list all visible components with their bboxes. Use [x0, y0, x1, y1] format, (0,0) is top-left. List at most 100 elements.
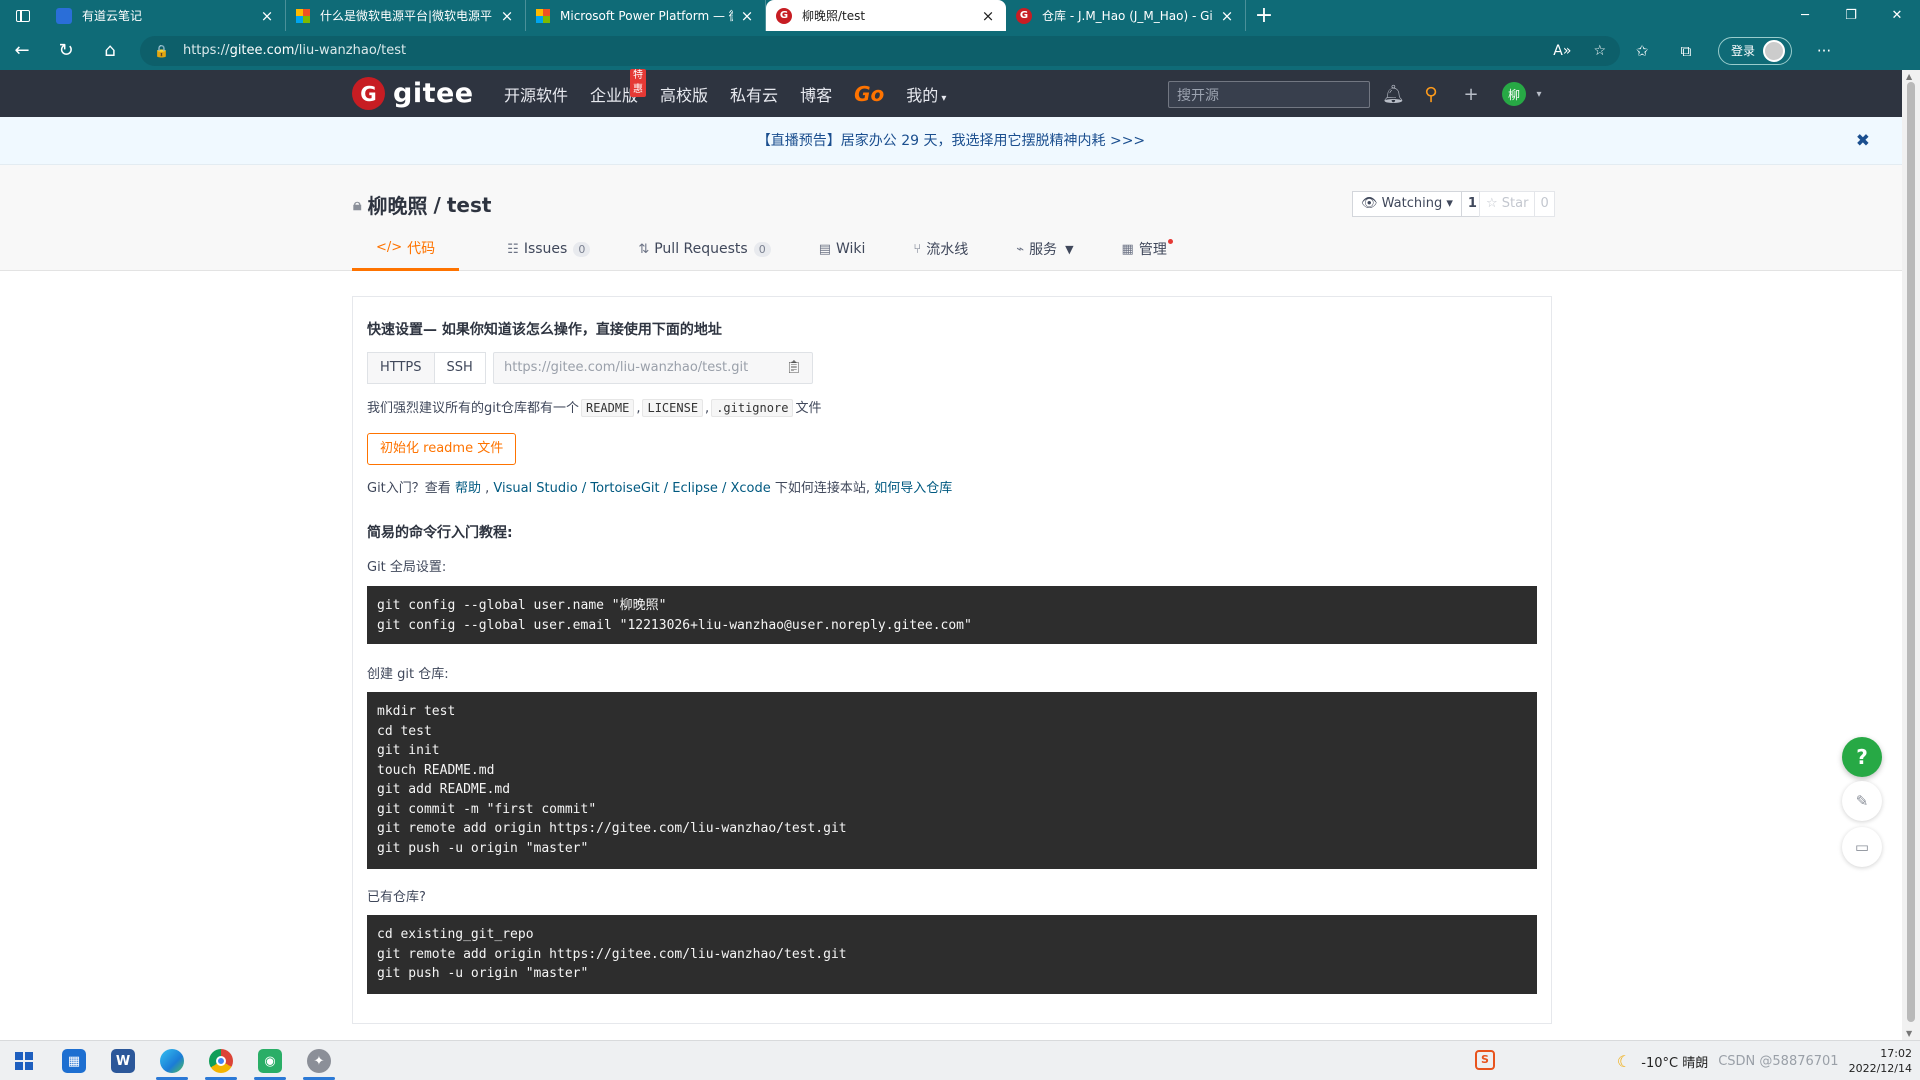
- menu-blog[interactable]: 博客: [800, 82, 832, 106]
- promo-badge: 特惠: [630, 68, 647, 97]
- import-repo-link[interactable]: 如何导入仓库: [874, 481, 952, 496]
- ssh-button[interactable]: SSH: [434, 352, 486, 384]
- user-avatar[interactable]: 柳: [1502, 82, 1526, 106]
- address-bar[interactable]: 🔒 https://gitee.com/liu-wanzhao/test A» …: [140, 35, 1620, 66]
- tab-actions-icon[interactable]: [0, 0, 46, 31]
- minimize-icon[interactable]: ─: [1782, 0, 1828, 31]
- scroll-down-icon[interactable]: ▼: [1906, 1029, 1912, 1038]
- tutorial-heading: 简易的命令行入门教程:: [367, 525, 513, 541]
- menu-go[interactable]: Go: [854, 82, 884, 106]
- browser-tab[interactable]: G 仓库 - J.M_Hao (J_M_Hao) - Gitee ×: [1006, 0, 1246, 31]
- tab-issues[interactable]: ☷ Issues 0: [507, 227, 591, 271]
- chat-icon[interactable]: ▭: [1842, 827, 1882, 867]
- vertical-scrollbar[interactable]: ▲ ▼: [1902, 70, 1920, 1040]
- notification-dot: [1167, 239, 1173, 244]
- help-prefix: Git入门？查看: [367, 481, 451, 496]
- watch-button[interactable]: 👁︎ Watching ▾: [1352, 191, 1462, 217]
- lock-icon[interactable]: 🔒: [154, 44, 169, 58]
- tab-title: 什么是微软电源平台|微软电源平: [320, 9, 493, 23]
- taskbar-store[interactable]: ▦: [50, 1041, 98, 1080]
- help-fab-button[interactable]: ?: [1842, 737, 1882, 777]
- add-favorite-icon[interactable]: ☆: [1593, 43, 1606, 59]
- global-config-code[interactable]: git config --global user.name "柳晚照" git …: [367, 586, 1537, 644]
- profile-login-button[interactable]: 登录: [1718, 36, 1793, 65]
- browser-tab-active[interactable]: G 柳晚照/test ×: [766, 0, 1006, 31]
- taskbar-app[interactable]: ✦: [295, 1041, 343, 1080]
- repo-name-link[interactable]: test: [447, 193, 492, 217]
- browser-tab[interactable]: Microsoft Power Platform — 微软 ×: [526, 0, 766, 31]
- wiki-icon: ▤: [818, 241, 831, 257]
- init-readme-button[interactable]: 初始化 readme 文件: [367, 433, 517, 465]
- restore-icon[interactable]: ❐: [1828, 0, 1874, 31]
- system-tray: ☾ -10°C 晴朗 CSDN @58876701 17:02 2022/12/…: [1617, 1041, 1912, 1080]
- url-path: /liu-wanzhao/test: [294, 43, 407, 58]
- browser-tab[interactable]: 有道云笔记 ×: [46, 0, 286, 31]
- help-link[interactable]: 帮助: [455, 481, 481, 496]
- taskbar-edge[interactable]: [148, 1041, 196, 1080]
- menu-private-cloud[interactable]: 私有云: [730, 82, 778, 106]
- tools-link[interactable]: Visual Studio / TortoiseGit / Eclipse / …: [493, 481, 770, 496]
- avatar: [1763, 39, 1786, 62]
- tab-manage[interactable]: ▦ 管理: [1122, 227, 1173, 271]
- menu-mine[interactable]: 我的 ▾: [906, 82, 946, 106]
- tab-service[interactable]: ⌁ 服务 ▼: [1016, 227, 1073, 271]
- gitee-header: G gitee 开源软件 企业版 特惠 高校版 私有云 博客 Go 我的 ▾ 搜开…: [0, 68, 1902, 117]
- star-button[interactable]: ☆ Star: [1479, 191, 1536, 217]
- favorites-icon[interactable]: ✩: [1620, 42, 1664, 60]
- tab-label: Wiki: [836, 241, 866, 257]
- bell-icon[interactable]: 🔔︎: [1382, 84, 1405, 105]
- close-window-icon[interactable]: ✕: [1874, 0, 1920, 31]
- feedback-edit-icon[interactable]: ✎: [1842, 781, 1882, 821]
- weather-text[interactable]: -10°C 晴朗: [1641, 1052, 1708, 1071]
- csdn-tray-icon[interactable]: S: [1475, 1050, 1495, 1070]
- gitee-logo-text: gitee: [393, 78, 474, 109]
- taskbar-wechat[interactable]: ◉: [246, 1041, 294, 1080]
- gitignore-file-tag: .gitignore: [711, 399, 794, 417]
- tab-pull-requests[interactable]: ⇅ Pull Requests 0: [638, 227, 771, 271]
- copy-icon[interactable]: 📋︎: [785, 353, 802, 383]
- taskbar-word[interactable]: W: [99, 1041, 147, 1080]
- https-button[interactable]: HTTPS: [367, 352, 435, 384]
- start-button[interactable]: [0, 1041, 48, 1080]
- search-input[interactable]: 搜开源: [1168, 81, 1370, 108]
- create-repo-code[interactable]: mkdir test cd test git init touch README…: [367, 692, 1537, 869]
- menu-open-source[interactable]: 开源软件: [504, 82, 568, 106]
- close-tab-icon[interactable]: ×: [980, 7, 996, 25]
- back-icon[interactable]: ←: [0, 31, 44, 70]
- star-count[interactable]: 0: [1535, 191, 1555, 217]
- close-tab-icon[interactable]: ×: [1219, 7, 1235, 25]
- scroll-up-icon[interactable]: ▲: [1906, 72, 1912, 81]
- refresh-icon[interactable]: ↻: [44, 31, 88, 70]
- close-icon[interactable]: ✖: [1856, 117, 1870, 165]
- clock[interactable]: 17:02 2022/12/14: [1849, 1046, 1912, 1076]
- close-tab-icon[interactable]: ×: [259, 7, 275, 25]
- tab-code[interactable]: </> 代码: [352, 227, 460, 271]
- window-controls: ─ ❐ ✕: [1782, 0, 1920, 31]
- issues-icon: ☷: [507, 241, 519, 257]
- close-tab-icon[interactable]: ×: [739, 7, 755, 25]
- read-aloud-icon[interactable]: A»: [1553, 43, 1571, 59]
- repo-owner-link[interactable]: 柳晚照: [368, 190, 428, 219]
- taskbar-chrome[interactable]: [197, 1041, 245, 1080]
- plus-icon[interactable]: +: [1462, 84, 1480, 105]
- chevron-down-icon[interactable]: ▾: [1530, 89, 1548, 100]
- tab-pipeline[interactable]: ⑂ 流水线: [913, 227, 968, 271]
- clone-url-field[interactable]: https://gitee.com/liu-wanzhao/test.git 📋…: [493, 352, 813, 384]
- browser-tab[interactable]: 什么是微软电源平台|微软电源平 ×: [286, 0, 526, 31]
- gitee-logo[interactable]: G gitee: [352, 77, 474, 110]
- collections-icon[interactable]: ⧉: [1664, 42, 1708, 60]
- tab-wiki[interactable]: ▤ Wiki: [819, 227, 866, 271]
- location-pin-icon[interactable]: ⚲: [1422, 84, 1440, 105]
- menu-enterprise[interactable]: 企业版 特惠: [590, 68, 647, 106]
- announcement-link[interactable]: 【直播预告】居家办公 29 天，我选择用它摆脱精神内耗 >>>: [757, 133, 1145, 149]
- scrollbar-thumb[interactable]: [1907, 82, 1915, 1022]
- browser-tab-strip: 有道云笔记 × 什么是微软电源平台|微软电源平 × Microsoft Powe…: [0, 0, 1920, 31]
- menu-education[interactable]: 高校版: [660, 82, 708, 106]
- home-icon[interactable]: ⌂: [88, 31, 132, 70]
- more-menu-icon[interactable]: ···: [1802, 42, 1846, 60]
- close-tab-icon[interactable]: ×: [499, 7, 515, 25]
- new-tab-button[interactable]: +: [1246, 0, 1282, 31]
- existing-repo-code[interactable]: cd existing_git_repo git remote add orig…: [367, 915, 1537, 994]
- chevron-down-icon: ▾: [1442, 196, 1453, 211]
- url-text[interactable]: https://gitee.com/liu-wanzhao/test: [183, 43, 406, 58]
